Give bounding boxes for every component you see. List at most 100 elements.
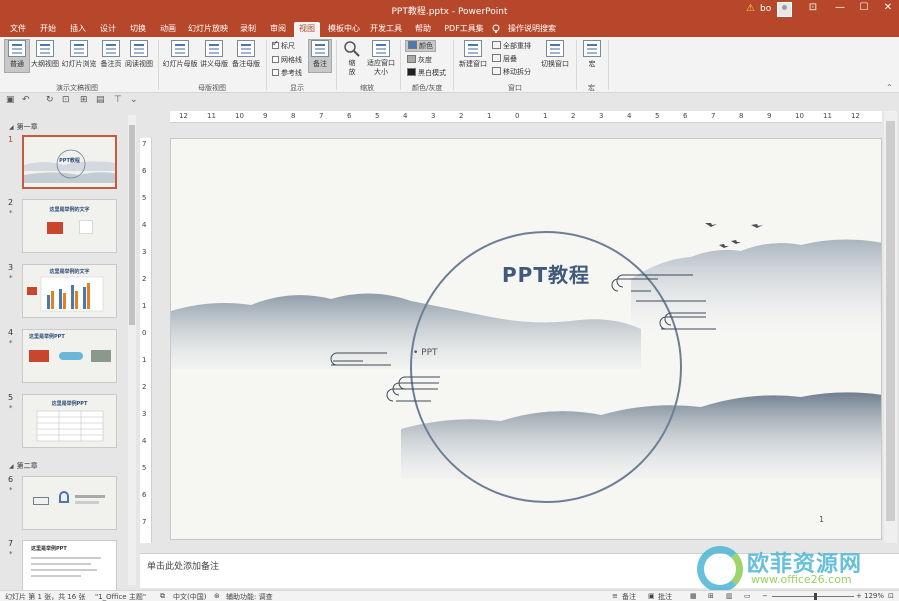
normal-view-button[interactable]: 普通 [4,39,30,73]
notes-master-button[interactable]: 备注母版 [230,40,262,72]
slide-thumbnail-5[interactable]: 这里是举例PPT [22,394,117,448]
outline-view-button[interactable]: 大纲视图 [30,40,60,72]
fit-slide-icon[interactable]: ⊡ [888,592,894,600]
tab-developer[interactable]: 开发工具 [368,22,404,37]
switch-window-button[interactable]: 切换窗口 [538,40,572,72]
section-header[interactable]: ◢ 第一章 [9,122,38,132]
customize-toolbar-icon[interactable]: ⊤ [114,95,122,105]
animation-star: * [9,209,13,217]
tell-me-search[interactable]: 操作说明搜索 [508,22,558,37]
move-split-button[interactable]: 移动拆分 [492,67,531,77]
spelling-icon[interactable]: ⧉ [160,592,165,601]
scrollbar-thumb[interactable] [886,121,895,521]
slide-count-status[interactable]: 幻灯片 第 1 张，共 16 张 [5,592,86,601]
tab-review[interactable]: 审阅 [266,22,290,37]
notes-toggle[interactable]: 备注 [622,592,636,601]
language-status[interactable]: 中文(中国) [173,592,206,601]
tab-animations[interactable]: 动画 [156,22,180,37]
ribbon-display-options-icon[interactable]: ⊡ [804,2,822,17]
slide-thumbnail-4[interactable]: 这里是举例PPT [22,329,117,383]
collapse-ribbon-icon[interactable]: ⌃ [886,83,893,92]
slideshow-status-icon[interactable]: ▭ [744,592,751,600]
thumb-table [36,410,104,442]
reading-view-status-icon[interactable]: ▥ [726,592,733,600]
slide-canvas[interactable]: PPT教程 • PPT 1 [170,138,882,540]
new-window-button[interactable]: 新建窗口 [457,40,489,72]
tab-view[interactable]: 视图 [294,22,320,37]
scrollbar-thumb[interactable] [129,125,135,325]
minimize-button[interactable]: — [831,2,849,17]
fit-to-window-button[interactable]: 适应窗口大小 [366,40,396,78]
arrange-all-button[interactable]: 全部重排 [492,41,531,51]
tab-file[interactable]: 文件 [6,22,30,37]
zoom-slider-handle[interactable] [814,593,817,600]
redo-icon[interactable]: ↻ [46,95,54,105]
maximize-button[interactable]: ☐ [855,2,873,17]
comments-toggle[interactable]: 批注 [658,592,672,601]
macros-button[interactable]: 宏 [580,40,604,72]
collapse-triangle-icon[interactable]: ◢ [9,463,14,470]
ruler-tick-label: 7 [142,140,147,148]
tab-record[interactable]: 录制 [236,22,260,37]
normal-view-status-icon[interactable]: ▦ [690,592,697,600]
slide-thumbnail-7[interactable]: 这里是举例PPT [22,540,117,594]
tab-design[interactable]: 设计 [96,22,120,37]
comments-icon[interactable]: ▣ [648,592,655,600]
grayscale-button[interactable]: 灰度 [407,55,432,65]
thumbnail-scrollbar[interactable] [128,115,136,585]
ribbon-divider [336,40,337,90]
color-button[interactable]: 颜色 [405,40,436,52]
tab-insert[interactable]: 插入 [66,22,90,37]
gridlines-checkbox[interactable]: 网格线 [272,55,302,65]
slide-sorter-status-icon[interactable]: ⊞ [708,592,714,600]
collapse-triangle-icon[interactable]: ◢ [9,124,14,131]
avatar[interactable] [777,2,792,17]
tab-template-center[interactable]: 模板中心 [326,22,362,37]
slide-master-button[interactable]: 幻灯片母版 [162,40,198,72]
tab-transitions[interactable]: 切换 [126,22,150,37]
save-icon[interactable]: ▣ [6,95,15,105]
zoom-level[interactable]: 129% [864,592,884,600]
zoom-in-icon[interactable]: + [856,592,862,600]
close-button[interactable]: ✕ [879,2,897,17]
notes-page-button[interactable]: 备注页 [98,40,124,72]
tab-pdf-tools[interactable]: PDF工具集 [442,22,486,37]
user-name[interactable]: bo [760,4,771,14]
slide-thumbnail-1[interactable]: PPT教程 [22,135,117,189]
undo-icon[interactable]: ↶ [22,95,30,105]
format-icon[interactable]: ▤ [96,95,105,105]
cascade-button[interactable]: 层叠 [492,54,517,64]
animation-star: * [9,339,13,347]
slide-title[interactable]: PPT教程 [471,259,621,288]
slide-thumbnail-2[interactable]: 这里是举例的文字 [22,199,117,253]
section-header[interactable]: ◢ 第二章 [9,461,38,471]
zoom-button[interactable]: 缩放 [340,40,364,78]
group-show: 显示 [290,84,304,92]
slide-scrollbar[interactable] [884,111,897,543]
tab-slideshow[interactable]: 幻灯片放映 [186,22,230,37]
notes-button[interactable]: 备注 [308,39,332,73]
ruler-checkbox[interactable]: 标尺 [272,39,295,51]
tab-home[interactable]: 开始 [36,22,60,37]
tab-help[interactable]: 帮助 [410,22,436,37]
notes-toggle-icon[interactable]: ≡ [612,592,618,600]
slide-thumbnail-3[interactable]: 这里是举例的文字 [22,264,117,318]
guides-checkbox[interactable]: 参考线 [272,68,302,78]
start-slideshow-icon[interactable]: ⊡ [62,95,70,105]
handout-master-button[interactable]: 讲义母版 [198,40,230,72]
black-white-button[interactable]: 黑白模式 [407,68,446,78]
slide-sorter-button[interactable]: 幻灯片浏览 [60,40,98,72]
more-options-icon[interactable]: ⌄ [130,95,138,105]
vertical-ruler[interactable]: 7 6 5 4 3 2 1 0 1 2 3 4 5 6 7 [140,138,152,543]
horizontal-ruler[interactable]: 12 11 10 9 8 7 6 5 4 3 2 1 0 1 2 3 4 5 6 7 8 9 10 11 12 [170,111,882,123]
accessibility-status[interactable]: 辅助功能: 调查 [226,592,273,601]
accessibility-icon[interactable]: ⊛ [214,592,220,600]
zoom-slider[interactable] [772,596,854,597]
print-icon[interactable]: ⊞ [80,95,88,105]
warning-icon[interactable]: ⚠ [746,3,755,14]
slide-bullet[interactable]: • PPT [413,348,438,358]
zoom-out-icon[interactable]: − [762,592,768,600]
slide-thumbnail-6[interactable] [22,476,117,530]
theme-status: "1_Office 主题" [95,593,147,601]
reading-view-button[interactable]: 阅读视图 [124,40,154,72]
